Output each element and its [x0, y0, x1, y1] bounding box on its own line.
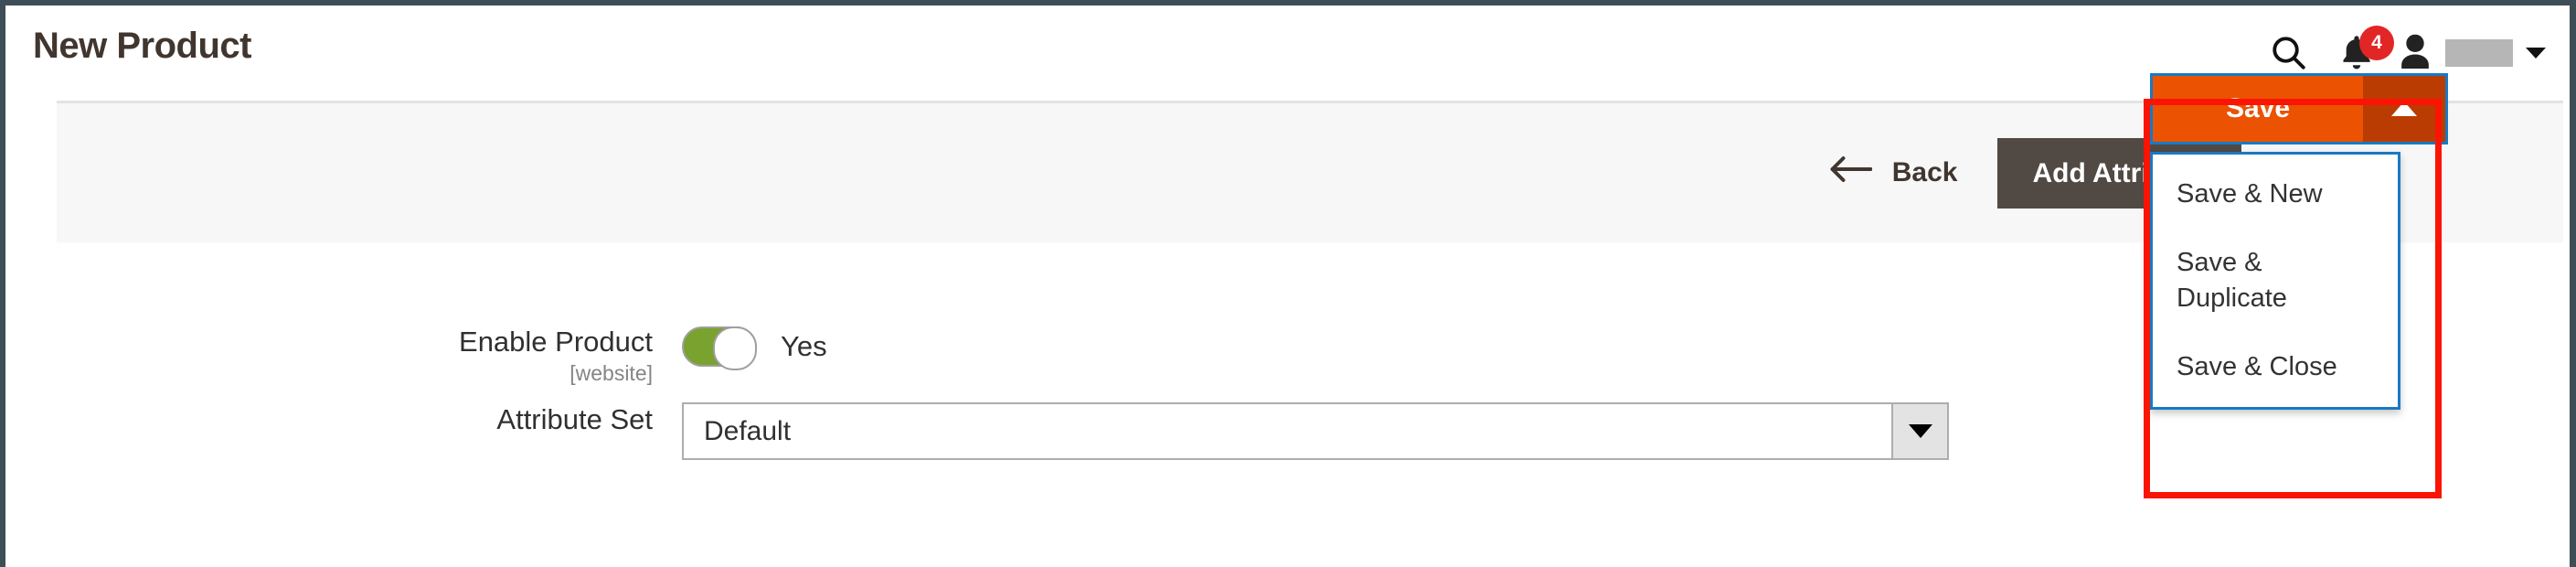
- chevron-down-icon: [1908, 424, 1932, 438]
- save-and-duplicate-menu-item[interactable]: Save & Duplicate: [2153, 229, 2290, 333]
- save-split-button: Save: [2150, 73, 2448, 144]
- person-icon: [2398, 32, 2432, 75]
- search-icon: [2270, 34, 2308, 72]
- save-button[interactable]: Save: [2153, 76, 2363, 142]
- enable-product-value: Yes: [781, 330, 827, 362]
- arrow-left-icon: [1828, 155, 1873, 190]
- attribute-set-label-block: Attribute Set: [5, 402, 682, 437]
- save-dropdown-toggle[interactable]: [2363, 76, 2445, 142]
- save-dropdown-menu: Save & New Save & Duplicate Save & Close: [2150, 152, 2400, 410]
- user-name-redacted: [2445, 39, 2513, 67]
- attribute-set-input[interactable]: Default: [682, 402, 1891, 460]
- page-title: New Product: [33, 26, 251, 66]
- attribute-set-dropdown-toggle[interactable]: [1891, 402, 1949, 460]
- enable-product-label: Enable Product: [459, 326, 653, 358]
- enable-product-scope: [website]: [569, 361, 653, 385]
- enable-product-control: Yes: [682, 325, 827, 370]
- save-and-close-menu-item[interactable]: Save & Close: [2153, 333, 2398, 401]
- attribute-set-control: Default: [682, 402, 1949, 460]
- save-and-new-menu-item[interactable]: Save & New: [2153, 160, 2398, 229]
- field-row-enable-product: Enable Product [website] Yes: [5, 325, 827, 387]
- admin-page: New Product 4 Back Add Attribute Save Sa…: [0, 0, 2576, 567]
- field-row-attribute-set: Attribute Set Default: [5, 402, 1949, 460]
- enable-product-toggle[interactable]: [682, 326, 757, 370]
- chevron-up-icon: [2391, 102, 2417, 116]
- enable-product-label-block: Enable Product [website]: [5, 325, 682, 387]
- back-label: Back: [1891, 157, 1958, 187]
- notification-badge: 4: [2359, 26, 2394, 60]
- chevron-down-icon: [2526, 48, 2546, 59]
- attribute-set-label: Attribute Set: [496, 403, 653, 435]
- back-button[interactable]: Back: [1795, 146, 1991, 199]
